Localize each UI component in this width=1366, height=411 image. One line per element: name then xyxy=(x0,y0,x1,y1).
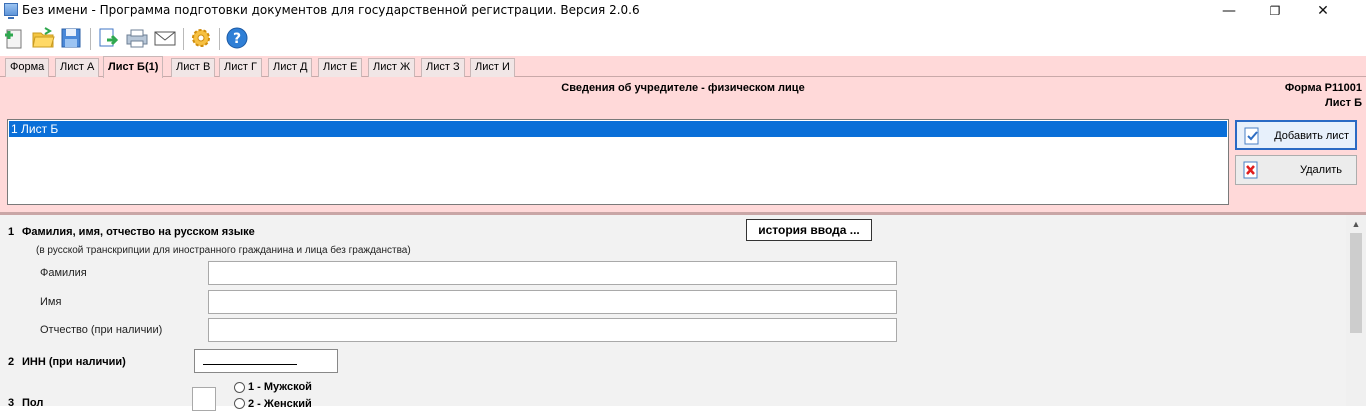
sex-male-radio[interactable] xyxy=(234,382,245,393)
tab-forma[interactable]: Форма xyxy=(5,58,50,77)
name-field[interactable] xyxy=(208,290,897,314)
question-3-number: 3 xyxy=(8,397,15,409)
add-document-icon xyxy=(1244,127,1259,145)
tab-list-z[interactable]: Лист З xyxy=(421,58,465,77)
surname-label: Фамилия xyxy=(40,267,87,279)
open-folder-icon[interactable] xyxy=(30,24,56,52)
sex-female-radio[interactable] xyxy=(234,398,245,409)
print-icon[interactable] xyxy=(124,24,150,52)
list-item[interactable]: 1 Лист Б xyxy=(9,121,1227,137)
sheet-code: Лист Б xyxy=(1325,97,1362,109)
app-monitor-icon xyxy=(4,3,18,19)
scroll-thumb[interactable] xyxy=(1350,233,1362,333)
patronymic-field[interactable] xyxy=(208,318,897,342)
toolbar-separator xyxy=(183,28,184,50)
add-sheet-label: Добавить лист xyxy=(1274,130,1349,142)
question-1-number: 1 xyxy=(8,226,15,238)
tab-list-b[interactable]: Лист Б(1) xyxy=(103,56,164,78)
delete-sheet-label: Удалить xyxy=(1300,164,1342,176)
email-icon[interactable] xyxy=(152,24,178,52)
form-code-block: Форма Р11001 Лист Б xyxy=(1285,81,1362,111)
close-button[interactable]: ✕ xyxy=(1300,0,1346,22)
sheet-list[interactable]: 1 Лист Б xyxy=(7,119,1229,205)
tab-list-g[interactable]: Лист Г xyxy=(219,58,262,77)
scroll-up-icon[interactable]: ▲ xyxy=(1346,219,1366,229)
toolbar-separator xyxy=(90,28,91,50)
form-area: 1 Фамилия, имя, отчество на русском язык… xyxy=(0,215,1346,411)
toolbar-separator xyxy=(219,28,220,50)
new-document-icon[interactable] xyxy=(2,24,28,52)
tab-list-d[interactable]: Лист Д xyxy=(268,58,313,77)
inn-field[interactable] xyxy=(194,349,338,373)
sex-code-field[interactable] xyxy=(192,387,216,411)
tab-list-i[interactable]: Лист И xyxy=(470,58,515,77)
tab-list-a[interactable]: Лист А xyxy=(55,58,100,77)
tab-list-zh[interactable]: Лист Ж xyxy=(368,58,416,77)
svg-text:?: ? xyxy=(233,31,241,47)
question-2-title: ИНН (при наличии) xyxy=(22,356,126,368)
sheet-panel: Сведения об учредителе - физическом лице… xyxy=(0,77,1366,212)
tab-strip: Форма Лист А Лист Б(1) Лист В Лист Г Лис… xyxy=(0,56,1366,78)
toolbar: ? xyxy=(0,22,1366,56)
form-code: Форма Р11001 xyxy=(1284,82,1362,94)
save-icon[interactable] xyxy=(58,24,84,52)
sex-male-label: 1 - Мужской xyxy=(248,381,312,393)
question-2-number: 2 xyxy=(8,356,15,368)
delete-sheet-button[interactable]: Удалить xyxy=(1235,155,1357,185)
tab-list-v[interactable]: Лист В xyxy=(171,58,216,77)
add-sheet-button[interactable]: Добавить лист xyxy=(1235,120,1357,150)
delete-icon xyxy=(1243,161,1258,179)
question-1-note: (в русской транскрипции для иностранного… xyxy=(36,245,411,256)
question-3-title: Пол xyxy=(22,397,44,409)
title-bar: Без имени - Программа подготовки докумен… xyxy=(0,0,1366,22)
window-title: Без имени - Программа подготовки докумен… xyxy=(22,3,640,17)
vertical-scrollbar[interactable]: ▲ xyxy=(1346,215,1366,406)
tab-list-e[interactable]: Лист Е xyxy=(318,58,363,77)
history-button[interactable]: история ввода ... xyxy=(746,219,872,241)
help-icon[interactable]: ? xyxy=(224,24,250,52)
question-1-title: Фамилия, имя, отчество на русском языке xyxy=(22,226,255,238)
patronymic-label: Отчество (при наличии) xyxy=(40,324,163,336)
export-icon[interactable] xyxy=(96,24,122,52)
inn-mask-underline xyxy=(203,364,297,365)
maximize-button[interactable]: ❐ xyxy=(1252,0,1298,22)
sex-female-label: 2 - Женский xyxy=(248,398,312,410)
panel-title: Сведения об учредителе - физическом лице xyxy=(561,82,805,94)
surname-field[interactable] xyxy=(208,261,897,285)
minimize-button[interactable]: — xyxy=(1206,0,1252,22)
settings-gear-icon[interactable] xyxy=(188,24,214,52)
name-label: Имя xyxy=(40,296,62,308)
